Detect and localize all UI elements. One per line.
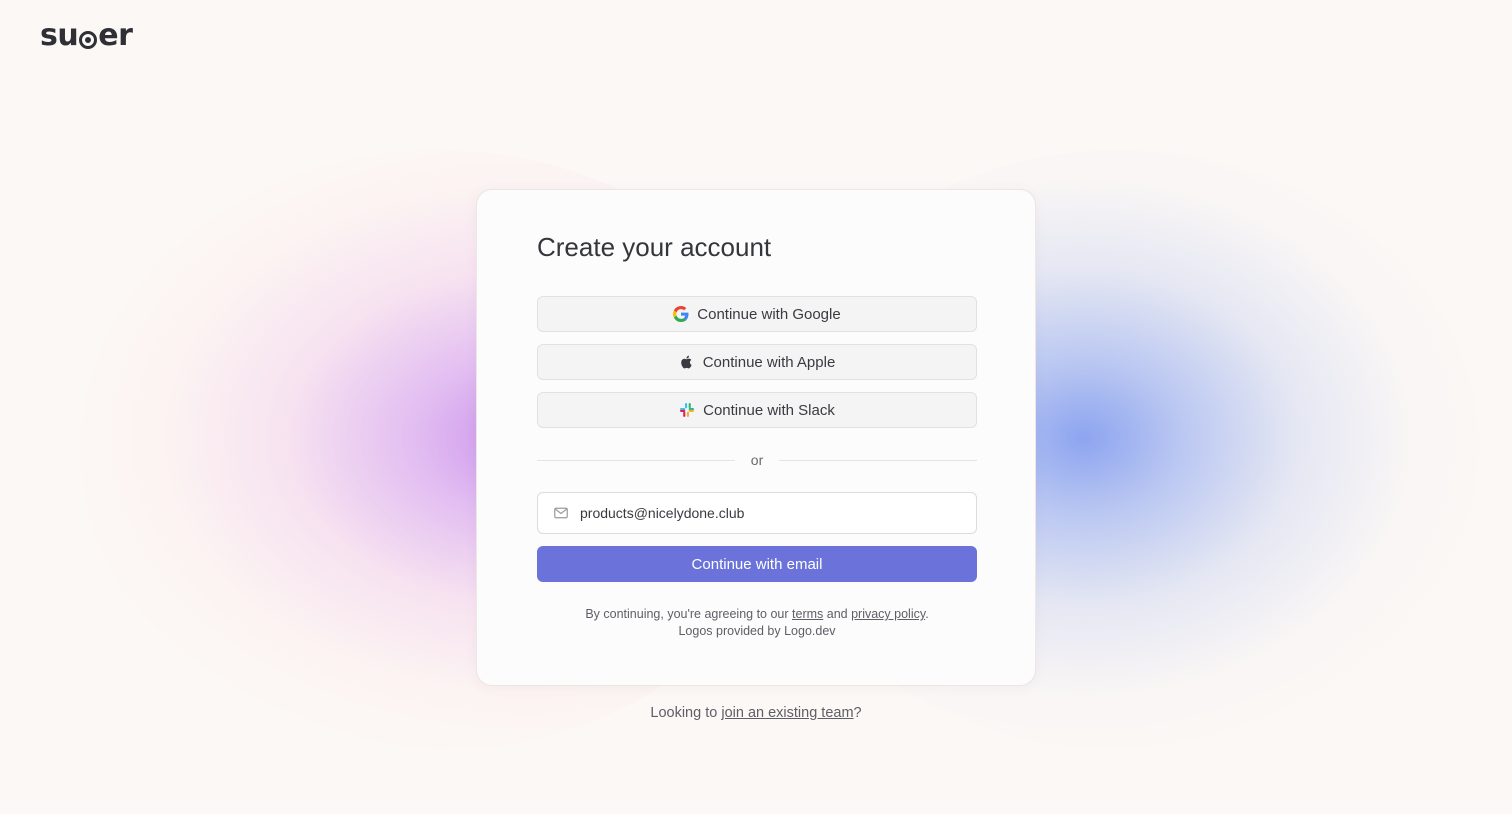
join-existing-team-link[interactable]: join an existing team — [721, 705, 853, 721]
privacy-policy-link[interactable]: privacy policy — [851, 607, 925, 621]
divider-line-left — [537, 459, 735, 461]
legal-and: and — [823, 607, 852, 621]
divider-line-right — [779, 459, 978, 461]
terms-link[interactable]: terms — [792, 607, 823, 621]
continue-with-google-button[interactable]: Continue with Google — [537, 296, 977, 332]
legal-notice: By continuing, you're agreeing to our te… — [537, 606, 977, 640]
email-input[interactable] — [580, 505, 960, 521]
google-button-label: Continue with Google — [697, 305, 841, 323]
slack-icon — [679, 402, 695, 418]
continue-with-email-button[interactable]: Continue with email — [537, 546, 977, 582]
email-field[interactable] — [537, 492, 977, 534]
page-title: Create your account — [537, 232, 772, 262]
legal-line: By continuing, you're agreeing to our te… — [537, 606, 977, 623]
mail-icon — [554, 507, 568, 519]
footer-prefix: Looking to — [650, 705, 722, 721]
slack-button-label: Continue with Slack — [703, 401, 835, 419]
apple-button-label: Continue with Apple — [702, 353, 836, 371]
apple-icon — [679, 354, 695, 370]
divider-label: or — [750, 452, 764, 468]
or-divider: or — [537, 452, 978, 468]
google-icon — [673, 306, 689, 322]
continue-with-slack-button[interactable]: Continue with Slack — [537, 392, 977, 428]
logos-credit: Logos provided by Logo.dev — [678, 624, 836, 638]
logo-ring-icon — [79, 30, 98, 49]
legal-prefix: By continuing, you're agreeing to our — [585, 607, 793, 621]
join-team-prompt: Looking to join an existing team? — [0, 705, 1512, 721]
logo-text-end: er — [98, 18, 133, 53]
footer-suffix: ? — [853, 705, 862, 721]
signup-card: Create your account Continue with Google… — [476, 189, 1036, 686]
continue-with-apple-button[interactable]: Continue with Apple — [537, 344, 977, 380]
logo-text-start: su — [40, 18, 79, 53]
legal-suffix: . — [925, 607, 929, 621]
super-logo[interactable]: su er — [40, 18, 133, 53]
